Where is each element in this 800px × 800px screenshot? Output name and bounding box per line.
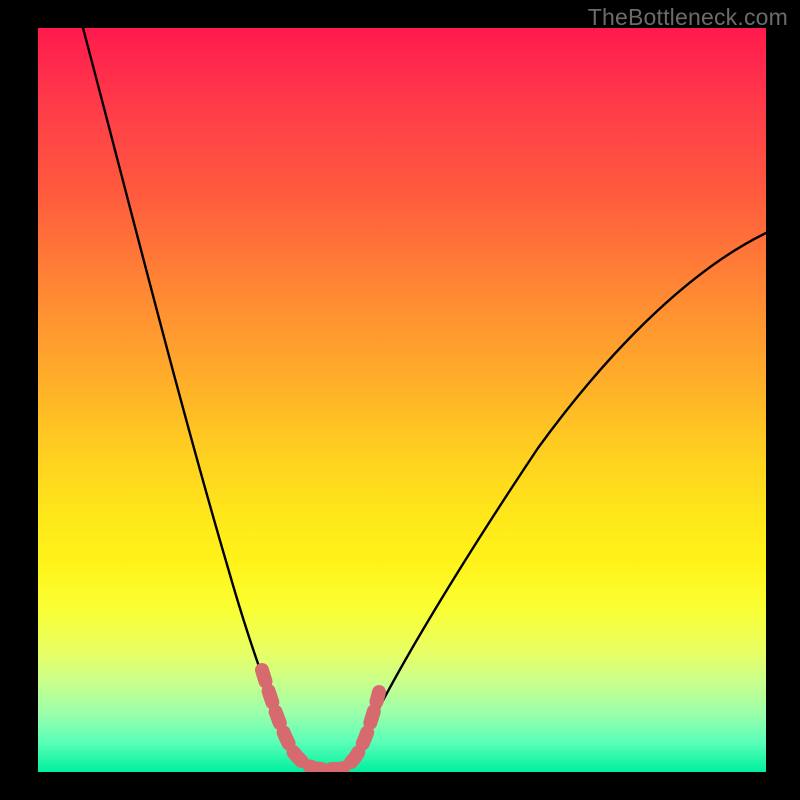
bottleneck-curve (83, 28, 766, 768)
chart-frame: TheBottleneck.com (0, 0, 800, 800)
curve-layer (38, 28, 766, 772)
watermark-text: TheBottleneck.com (588, 4, 788, 31)
plot-area (38, 28, 766, 772)
optimal-zone-marker (262, 670, 379, 769)
